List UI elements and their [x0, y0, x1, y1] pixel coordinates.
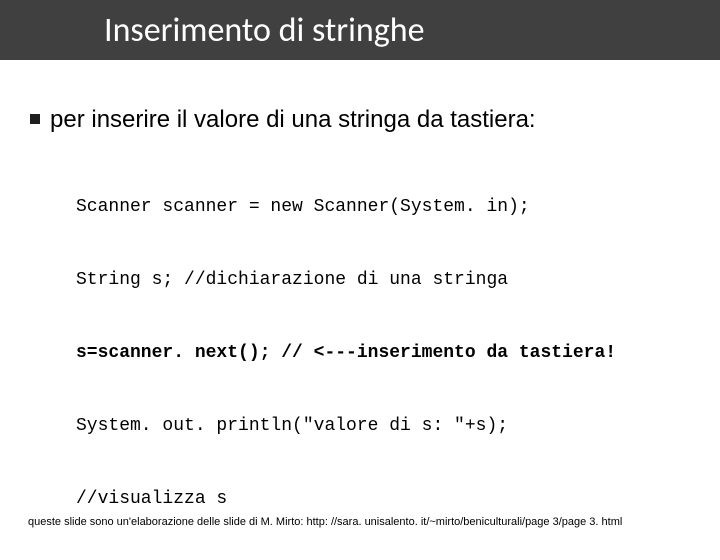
code-line-2: String s; //dichiarazione di una stringa: [76, 268, 690, 292]
code-line-3: s=scanner. next(); // <---inserimento da…: [76, 341, 690, 365]
code-block: Scanner scanner = new Scanner(System. in…: [76, 147, 690, 560]
bullet-text: per inserire il valore di una stringa da…: [50, 106, 536, 135]
title-bar: Inserimento di stringhe: [0, 0, 720, 60]
slide-title: Inserimento di stringhe: [104, 10, 425, 51]
footer-text: queste slide sono un'elaborazione delle …: [28, 516, 700, 528]
bullet-icon: [30, 114, 40, 124]
code-line-5: //visualizza s: [76, 487, 690, 511]
code-line-1: Scanner scanner = new Scanner(System. in…: [76, 195, 690, 219]
code-line-4: System. out. println("valore di s: "+s);: [76, 414, 690, 438]
slide-content: per inserire il valore di una stringa da…: [0, 60, 720, 560]
bullet-item: per inserire il valore di una stringa da…: [30, 106, 690, 135]
